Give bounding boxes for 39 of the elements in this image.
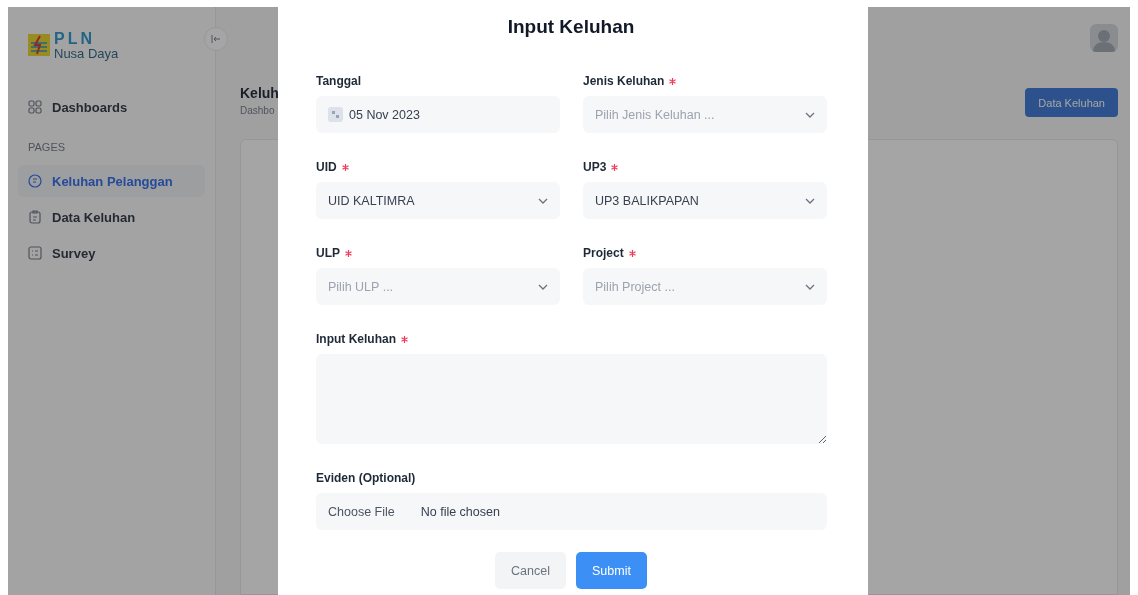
- grid-icon: [28, 100, 42, 114]
- sidebar-item[interactable]: Dashboards: [18, 91, 205, 123]
- logo-title: PLN: [54, 30, 96, 47]
- field-label: Eviden (Optional): [316, 471, 416, 485]
- chevron-down-icon: [805, 283, 815, 290]
- submit-button[interactable]: Submit: [576, 552, 647, 589]
- select-field[interactable]: UID KALTIMRA: [316, 182, 560, 219]
- page-title: Keluh: [240, 85, 279, 101]
- breadcrumb: Dashbo: [240, 105, 276, 116]
- field-label: UP3: [583, 160, 607, 174]
- chevron-down-icon: [538, 197, 548, 204]
- clipboard-icon: [28, 210, 42, 224]
- select-field[interactable]: UP3 BALIKPAPAN: [583, 182, 827, 219]
- field-label: Project: [583, 246, 624, 260]
- sidebar-item[interactable]: Survey: [18, 237, 205, 269]
- chevron-down-icon: [805, 111, 815, 118]
- checklist-icon: [28, 246, 42, 260]
- field-label: ULP: [316, 246, 340, 260]
- collapse-button[interactable]: [204, 27, 228, 51]
- field-label: UID: [316, 160, 337, 174]
- collapse-icon: [211, 35, 221, 43]
- cancel-button[interactable]: Cancel: [495, 552, 566, 589]
- file-input[interactable]: Choose File No file chosen: [316, 493, 827, 530]
- sidebar-item[interactable]: Data Keluhan: [18, 201, 205, 233]
- logo-icon: [28, 34, 50, 56]
- date-field[interactable]: 05 Nov 2023: [316, 96, 560, 133]
- logo-subtitle: Nusa Daya: [54, 46, 119, 60]
- data-keluhan-button[interactable]: Data Keluhan: [1025, 88, 1118, 117]
- field-label: Tanggal: [316, 74, 362, 88]
- calendar-icon: [328, 107, 343, 122]
- avatar-icon[interactable]: [1090, 24, 1118, 52]
- field-label: Input Keluhan: [316, 332, 396, 346]
- chevron-down-icon: [538, 283, 548, 290]
- field-label: Jenis Keluhan: [583, 74, 665, 88]
- modal-title: Input Keluhan: [506, 16, 636, 38]
- chevron-down-icon: [805, 197, 815, 204]
- textarea-field[interactable]: [316, 354, 827, 444]
- section-label: PAGES: [27, 140, 67, 155]
- sidebar-item[interactable]: Keluhan Pelanggan: [18, 165, 205, 197]
